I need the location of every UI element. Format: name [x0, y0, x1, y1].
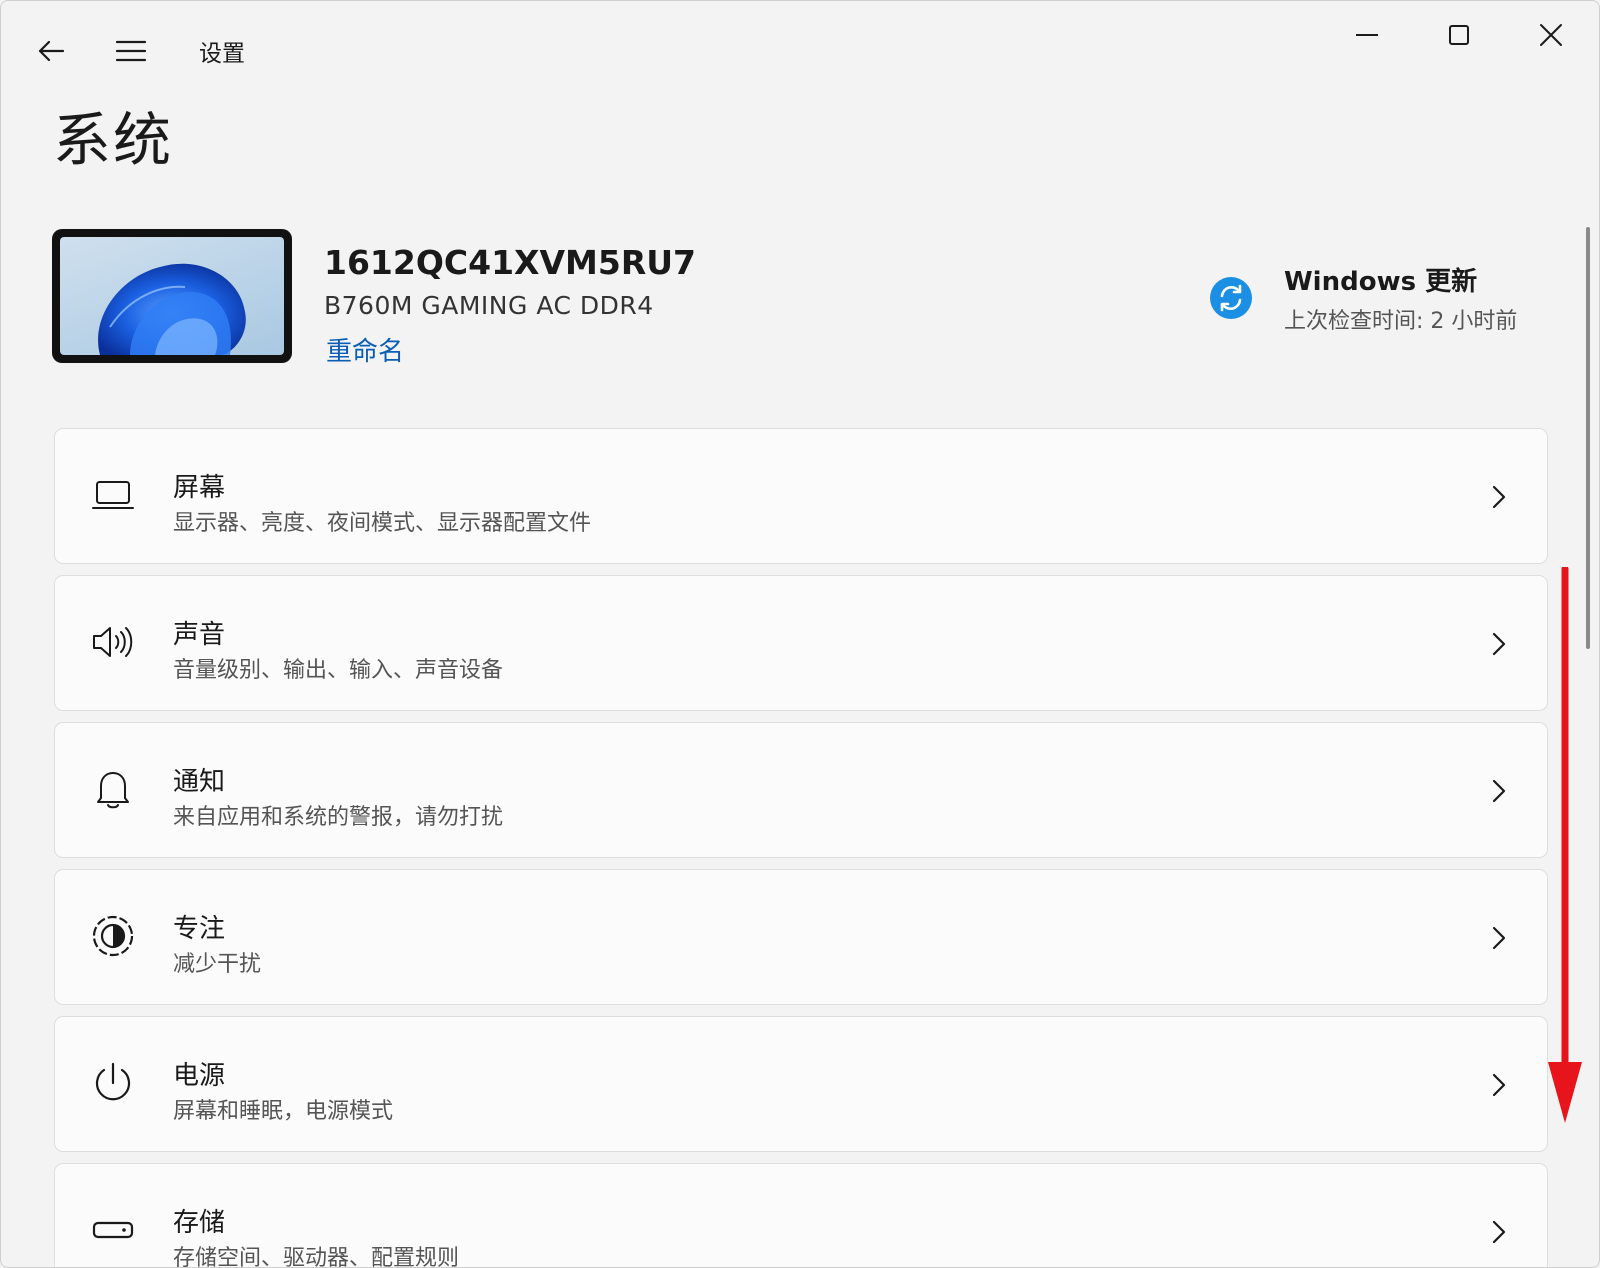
vertical-scrollbar[interactable]: [1586, 227, 1590, 649]
settings-item-label: 存储: [173, 1208, 226, 1238]
device-name: 1612QC41XVM5RU7: [324, 243, 696, 282]
settings-item-sound[interactable]: 声音 音量级别、输出、输入、声音设备: [54, 575, 1548, 711]
display-icon: [91, 473, 135, 517]
chevron-right-icon: [1492, 632, 1506, 656]
close-button[interactable]: [1525, 15, 1577, 55]
title-bar: 设置: [1, 1, 1599, 91]
settings-item-label: 电源: [173, 1061, 226, 1091]
chevron-right-icon: [1492, 1220, 1506, 1244]
settings-item-storage[interactable]: 存储 存储空间、驱动器、配置规则: [54, 1163, 1548, 1268]
chevron-right-icon: [1492, 1073, 1506, 1097]
device-thumbnail: [52, 229, 292, 363]
chevron-right-icon: [1492, 926, 1506, 950]
settings-item-focus[interactable]: 专注 减少干扰: [54, 869, 1548, 1005]
settings-item-description: 来自应用和系统的警报，请勿打扰: [173, 805, 504, 830]
chevron-right-icon: [1492, 779, 1506, 803]
minimize-button[interactable]: [1341, 15, 1393, 55]
chevron-right-icon: [1492, 485, 1506, 509]
settings-item-label: 屏幕: [173, 473, 226, 503]
focus-icon: [91, 914, 135, 958]
settings-item-description: 存储空间、驱动器、配置规则: [173, 1246, 460, 1268]
wallpaper-image: [60, 237, 284, 355]
device-model: B760M GAMING AC DDR4: [324, 291, 654, 320]
settings-window: 设置 系统 1612QC41XVM5RU7 B760M GAMING AC DD…: [0, 0, 1600, 1268]
settings-item-notifications[interactable]: 通知 来自应用和系统的警报，请勿打扰: [54, 722, 1548, 858]
settings-item-display[interactable]: 屏幕 显示器、亮度、夜间模式、显示器配置文件: [54, 428, 1548, 564]
settings-item-label: 专注: [173, 914, 226, 944]
settings-item-label: 通知: [173, 767, 226, 797]
settings-item-label: 声音: [173, 620, 226, 650]
speaker-icon: [91, 620, 135, 664]
windows-update-title[interactable]: Windows 更新: [1284, 261, 1477, 298]
settings-item-power[interactable]: 电源 屏幕和睡眠，电源模式: [54, 1016, 1548, 1152]
hamburger-icon: [115, 40, 147, 62]
settings-item-description: 屏幕和睡眠，电源模式: [173, 1099, 394, 1124]
windows-update-last-checked: 上次检查时间: 2 小时前: [1284, 309, 1518, 334]
settings-item-description: 显示器、亮度、夜间模式、显示器配置文件: [173, 511, 592, 536]
page-title: 系统: [53, 106, 174, 174]
maximize-button[interactable]: [1433, 15, 1485, 55]
maximize-icon: [1449, 25, 1469, 45]
windows-update-icon[interactable]: [1209, 276, 1253, 320]
bell-icon: [91, 767, 135, 811]
power-icon: [91, 1061, 135, 1105]
rename-link[interactable]: 重命名: [326, 331, 404, 368]
back-button[interactable]: [31, 31, 71, 71]
app-title: 设置: [199, 41, 245, 67]
settings-item-description: 减少干扰: [173, 952, 262, 977]
close-icon: [1540, 24, 1562, 46]
arrow-left-icon: [38, 40, 65, 62]
scroll-down-arrow-annotation: [1548, 567, 1582, 1123]
settings-item-description: 音量级别、输出、输入、声音设备: [173, 658, 504, 683]
navigation-menu-button[interactable]: [111, 31, 151, 71]
storage-icon: [91, 1208, 135, 1252]
minimize-icon: [1356, 34, 1378, 36]
